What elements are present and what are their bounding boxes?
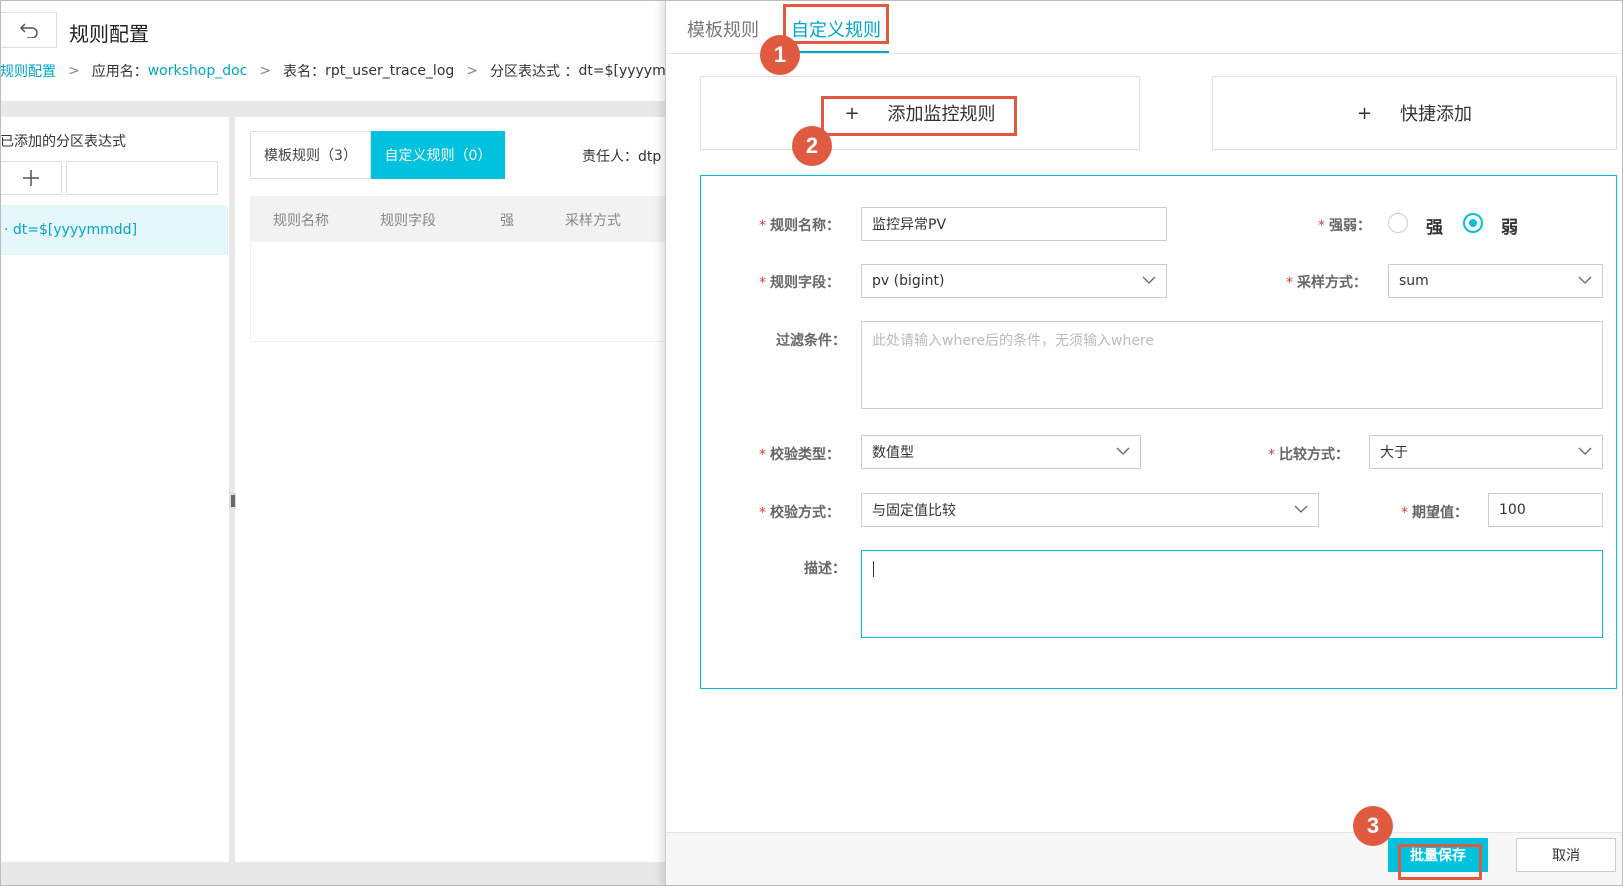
step-badge: 3 xyxy=(1353,806,1393,846)
cancel-button[interactable]: 取消 xyxy=(1516,838,1616,872)
breadcrumb-table-label: 表名： xyxy=(283,64,326,80)
check-method-select[interactable]: 与固定值比较 xyxy=(861,493,1319,527)
column-header: 强 xyxy=(500,213,514,229)
check-method-label: * 校验方式： xyxy=(759,505,840,521)
sampling-label: * 采样方式： xyxy=(1286,275,1367,291)
quick-add-label: 快捷添加 xyxy=(1400,104,1473,125)
custom-rule-drawer: 模板规则 自定义规则 1 + 添加监控规则 2 + 快捷添加 * 规则名称： 监控… xyxy=(665,0,1623,886)
step-badge: 1 xyxy=(760,35,800,75)
check-method-value: 与固定值比较 xyxy=(872,503,956,519)
chevron-down-icon xyxy=(1142,276,1156,284)
compare-select[interactable]: 大于 xyxy=(1369,435,1603,469)
plus-icon xyxy=(23,170,39,186)
separator-band xyxy=(0,101,666,117)
highlight-box xyxy=(783,4,889,44)
quick-add-button[interactable]: + 快捷添加 xyxy=(1212,76,1617,150)
add-partition-button[interactable] xyxy=(0,161,62,195)
partition-search-input[interactable] xyxy=(66,161,218,195)
highlight-box xyxy=(821,96,1017,136)
strength-weak-label: 弱 xyxy=(1501,218,1518,238)
plus-icon: + xyxy=(1356,102,1373,124)
sampling-value: sum xyxy=(1399,273,1429,289)
highlight-box xyxy=(1398,844,1482,880)
rule-name-input[interactable]: 监控异常PV xyxy=(861,207,1167,241)
description-label: 描述： xyxy=(804,561,846,577)
filter-textarea[interactable]: 此处请输入where后的条件，无须输入where xyxy=(861,321,1603,409)
compare-value: 大于 xyxy=(1380,445,1408,461)
rule-field-select[interactable]: pv (bigint) xyxy=(861,264,1167,298)
tab-divider xyxy=(666,53,1623,54)
column-header: 规则名称 xyxy=(273,213,329,229)
rules-table-header: 规则名称 规则字段 强 采样方式 xyxy=(250,196,666,242)
undo-arrow-icon xyxy=(19,23,38,38)
sampling-select[interactable]: sum xyxy=(1388,264,1603,298)
breadcrumb-table-value: rpt_user_trace_log xyxy=(325,63,455,79)
chevron-right-icon: > xyxy=(466,63,479,79)
chevron-down-icon xyxy=(1116,447,1130,455)
tab-custom-rules[interactable]: 自定义规则（0） xyxy=(371,131,505,179)
expected-label: * 期望值： xyxy=(1401,505,1468,521)
rule-name-label: * 规则名称： xyxy=(759,218,840,234)
back-button[interactable] xyxy=(0,12,57,48)
step-badge: 2 xyxy=(792,126,832,166)
filter-label: 过滤条件： xyxy=(776,333,846,349)
chevron-down-icon xyxy=(1294,505,1308,513)
check-type-label: * 校验类型： xyxy=(759,447,840,463)
splitter[interactable] xyxy=(229,117,235,862)
breadcrumb-root-link[interactable]: 规则配置 xyxy=(0,61,56,81)
page-title: 规则配置 xyxy=(69,22,149,46)
strength-weak-radio[interactable] xyxy=(1463,213,1483,233)
rule-field-value: pv (bigint) xyxy=(872,273,945,289)
rule-field-label: * 规则字段： xyxy=(759,275,840,291)
check-type-value: 数值型 xyxy=(872,445,914,461)
breadcrumb-partition-value: dt=$[yyyymmd xyxy=(578,63,666,79)
owner-text: 责任人：dtp xyxy=(582,149,662,165)
column-header: 采样方式 xyxy=(565,213,621,229)
description-textarea[interactable] xyxy=(861,550,1603,638)
chevron-right-icon: > xyxy=(68,63,80,79)
check-type-select[interactable]: 数值型 xyxy=(861,435,1141,469)
tab-template-rules[interactable]: 模板规则（3） xyxy=(250,131,371,179)
breadcrumb-app-label: 应用名： xyxy=(91,64,148,80)
chevron-right-icon: > xyxy=(259,63,272,79)
compare-label: * 比较方式： xyxy=(1268,447,1349,463)
drawer-tab-template[interactable]: 模板规则 xyxy=(687,16,759,42)
strength-label: * 强弱： xyxy=(1318,218,1371,234)
expected-value-input[interactable]: 100 xyxy=(1488,493,1603,527)
strength-strong-radio[interactable] xyxy=(1388,213,1408,233)
rules-table-body xyxy=(250,242,666,342)
rule-config-page: 规则配置 规则配置 > 应用名： workshop_doc > 表名： rpt_… xyxy=(0,0,666,886)
bottom-band xyxy=(0,862,666,886)
strength-strong-label: 强 xyxy=(1426,218,1443,238)
text-caret xyxy=(873,561,874,577)
chevron-down-icon xyxy=(1578,447,1592,455)
partition-panel-title: 已添加的分区表达式 xyxy=(0,134,126,150)
column-header: 规则字段 xyxy=(380,213,436,229)
breadcrumb-app-link[interactable]: workshop_doc xyxy=(148,63,248,79)
chevron-down-icon xyxy=(1578,276,1592,284)
breadcrumb-partition-label: 分区表达式 ： xyxy=(490,64,579,80)
partition-list-item[interactable]: · dt=$[yyyymmdd] xyxy=(0,205,228,255)
breadcrumb: 规则配置 > 应用名： workshop_doc > 表名： rpt_user_… xyxy=(0,60,666,82)
